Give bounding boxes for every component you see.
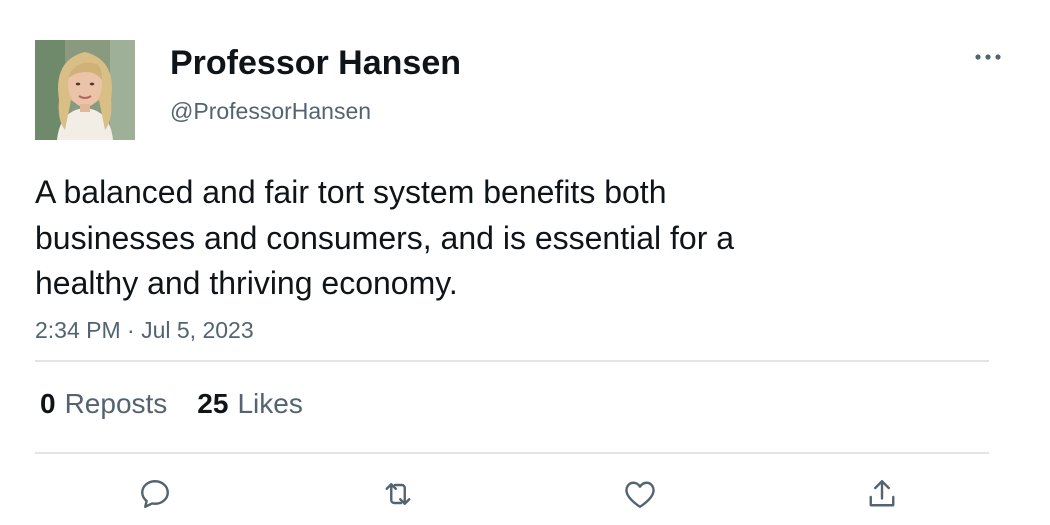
repost-icon bbox=[385, 483, 411, 505]
author-name[interactable]: Professor Hansen bbox=[170, 43, 461, 83]
reply-icon bbox=[141, 480, 169, 508]
avatar-portrait-icon bbox=[35, 40, 135, 140]
reposts-label: Reposts bbox=[64, 388, 168, 419]
divider bbox=[35, 452, 989, 454]
tweet-timestamp[interactable]: 2:34 PM · Jul 5, 2023 bbox=[35, 316, 254, 344]
avatar[interactable] bbox=[35, 40, 135, 140]
repost-button[interactable] bbox=[378, 474, 418, 514]
reply-button[interactable] bbox=[135, 474, 175, 514]
engagement-stats: 0 Reposts 25 Likes bbox=[40, 386, 303, 422]
share-icon bbox=[869, 480, 895, 507]
more-horizontal-icon bbox=[975, 54, 1001, 60]
divider bbox=[35, 360, 989, 362]
more-options-button[interactable] bbox=[968, 42, 1008, 72]
likes-stat[interactable]: 25 Likes bbox=[197, 386, 303, 422]
likes-count: 25 bbox=[197, 388, 229, 419]
tweet-text: A balanced and fair tort system benefits… bbox=[35, 174, 735, 301]
reposts-stat[interactable]: 0 Reposts bbox=[40, 386, 167, 422]
tweet-card: Professor Hansen @ProfessorHansen A bala… bbox=[0, 0, 1050, 525]
like-button[interactable] bbox=[620, 474, 660, 514]
likes-label: Likes bbox=[237, 388, 303, 419]
heart-icon bbox=[625, 481, 655, 508]
author-handle[interactable]: @ProfessorHansen bbox=[170, 97, 371, 125]
reposts-count: 0 bbox=[40, 388, 56, 419]
share-button[interactable] bbox=[862, 474, 902, 514]
